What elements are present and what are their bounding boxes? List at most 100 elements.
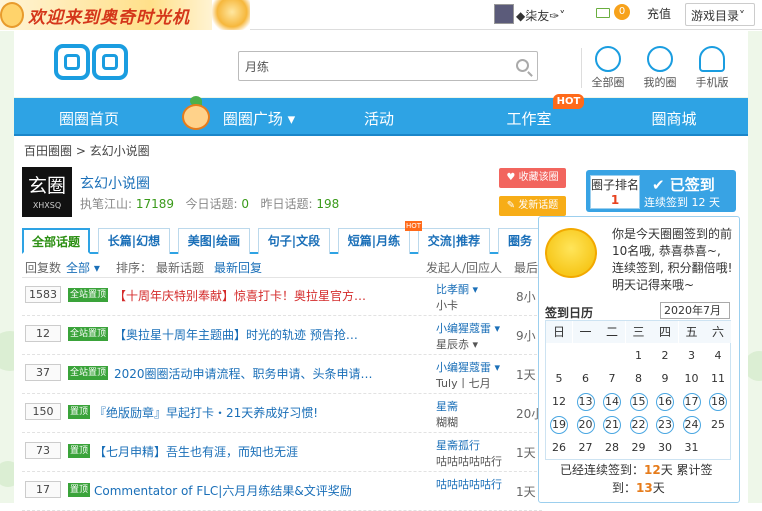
replier-link[interactable]: 小卡 bbox=[436, 297, 458, 313]
search-box[interactable]: 月练 bbox=[238, 51, 538, 81]
sort-label: 排序： bbox=[116, 261, 153, 275]
topic-title-link[interactable]: 2020圈圈活动申请流程、职务申请、头条申请… bbox=[114, 365, 402, 382]
calendar-day-signed: 19 bbox=[546, 413, 572, 436]
header-divider bbox=[581, 48, 582, 88]
circle-logo: 玄圈 XHXSQ bbox=[22, 167, 72, 217]
topic-title-link[interactable]: 【十周年庆特别奉献】惊喜打卡！奥拉星官方… bbox=[114, 287, 402, 304]
topic-title-link[interactable]: 【七月申精】吾生也有涯，而知也无涯 bbox=[94, 443, 402, 460]
tab-all[interactable]: 全部话题 bbox=[22, 228, 90, 254]
calendar-day: 8 bbox=[635, 372, 642, 385]
list-header: 回复数 全部 ▾ 排序： 最新话题 最新回复 发起人/回应人 最后 bbox=[22, 256, 542, 278]
reply-count: 17 bbox=[25, 481, 61, 498]
new-topic-button[interactable]: ✎ 发新话题 bbox=[499, 196, 566, 216]
nav-shop[interactable]: 圈商城 bbox=[634, 108, 714, 129]
nav-home[interactable]: 圈圈首页 bbox=[44, 108, 134, 129]
calendar-title: 签到日历 bbox=[545, 306, 594, 320]
signin-panel[interactable]: 圈子排名 1 ✔ 已签到 连续签到 12 天 bbox=[586, 170, 736, 212]
all-circles-link[interactable]: 全部圈 bbox=[586, 46, 630, 90]
tab-affairs[interactable]: 圈务 bbox=[498, 228, 542, 254]
topic-title-link[interactable]: Commentator of FLC|六月月练结果&文评奖励 bbox=[94, 482, 402, 499]
sort-latest-reply[interactable]: 最新回复 bbox=[214, 259, 262, 276]
nav-activity[interactable]: 活动 bbox=[344, 108, 414, 129]
replier-link[interactable]: 糊糊 bbox=[436, 414, 458, 430]
table-row[interactable]: 17 置顶 Commentator of FLC|六月月练结果&文评奖励 咕咕咕咕咕行… bbox=[22, 472, 542, 511]
calendar-day: 2 bbox=[661, 349, 669, 362]
quanquan-logo[interactable] bbox=[54, 44, 128, 86]
table-row[interactable]: 150 置顶 『绝版励章』早起打卡・21天养成好习惯! 星斋 糊糊 20小 bbox=[22, 394, 543, 433]
welcome-banner[interactable]: 欢迎来到奥奇时光机 bbox=[0, 0, 250, 30]
pinned-tag: 置顶 bbox=[68, 405, 91, 419]
topic-title-link[interactable]: 『绝版励章』早起打卡・21天养成好习惯! bbox=[94, 404, 402, 421]
my-circles-label: 我的圈 bbox=[643, 76, 677, 89]
streak-text: 连续签到 12 天 bbox=[644, 196, 720, 209]
calendar-day: 4 bbox=[714, 349, 722, 362]
sort-latest-topic[interactable]: 最新话题 bbox=[156, 259, 204, 276]
circle-name[interactable]: 玄幻小说圈 bbox=[80, 173, 150, 193]
filter-all-dropdown[interactable]: 全部 ▾ bbox=[66, 259, 100, 276]
author-link[interactable]: 比孝酮 ▾ bbox=[436, 281, 478, 297]
mail-icon[interactable] bbox=[596, 8, 610, 18]
replier-link[interactable]: 咕咕咕咕咕行 bbox=[436, 453, 502, 469]
weekday-label: 一 bbox=[572, 321, 599, 343]
all-circles-label: 全部圈 bbox=[591, 76, 625, 89]
author-link[interactable]: 小编猩蔻雷 ▾ bbox=[436, 320, 500, 336]
calendar-day: 12 bbox=[552, 395, 566, 408]
pinned-tag: 置顶 bbox=[68, 444, 91, 458]
author-link[interactable]: 星斋孤行 bbox=[436, 437, 480, 453]
user-name-link[interactable]: ◆柒友✑˅ bbox=[516, 7, 565, 24]
calendar-day-signed: 17 bbox=[679, 390, 705, 413]
game-directory-dropdown[interactable]: 游戏目录˅ bbox=[685, 3, 755, 26]
pinned-tag: 全站置顶 bbox=[68, 288, 109, 302]
tab-sentences[interactable]: 句子|文段 bbox=[258, 228, 330, 254]
calendar-day-signed: 22 bbox=[626, 413, 652, 436]
calendar-day-signed: 14 bbox=[599, 390, 625, 413]
tab-long-fantasy[interactable]: 长篇|幻想 bbox=[98, 228, 170, 254]
table-row[interactable]: 73 置顶 【七月申精】吾生也有涯，而知也无涯 星斋孤行 咕咕咕咕咕行 1天 bbox=[22, 433, 542, 472]
calendar-day: 3 bbox=[688, 349, 695, 362]
mobile-link[interactable]: 手机版 bbox=[690, 46, 734, 90]
tab-hot-badge: HOT bbox=[405, 221, 422, 231]
calendar-day-signed: 21 bbox=[599, 413, 625, 436]
month-select[interactable]: 2020年7月 ▾ bbox=[660, 302, 730, 332]
last-time: 8小 bbox=[516, 290, 536, 304]
table-row[interactable]: 12 全站置顶 【奥拉星十周年主题曲】时光的轨迹 预告抢… 小编猩蔻雷 ▾ 星辰赤 ▾ 9… bbox=[22, 316, 542, 355]
main-nav: 圈圈首页 圈圈广场 ▾ 活动 工作室 圈商城 bbox=[14, 98, 748, 136]
author-link[interactable]: 星斋 bbox=[436, 398, 458, 414]
user-avatar[interactable] bbox=[494, 4, 514, 24]
calendar-day: 11 bbox=[711, 372, 725, 385]
tab-short-monthly[interactable]: 短篇|月练 bbox=[338, 228, 410, 254]
calendar-day: 29 bbox=[631, 441, 646, 454]
replier-link[interactable]: Tuly丨七月 bbox=[436, 375, 491, 391]
search-icon[interactable] bbox=[516, 59, 529, 72]
mascot-icon bbox=[178, 96, 214, 134]
author-link[interactable]: 小编猩蔻雷 ▾ bbox=[436, 359, 500, 375]
replier-link[interactable]: 星辰赤 ▾ bbox=[436, 336, 478, 352]
col-poster: 发起人/回应人 bbox=[426, 261, 503, 275]
recharge-link[interactable]: 充值 bbox=[647, 5, 671, 22]
mail-count-badge: 0 bbox=[614, 4, 630, 20]
circle-logo-text: 玄圈 bbox=[27, 175, 66, 197]
tab-art[interactable]: 美图|绘画 bbox=[178, 228, 250, 254]
user-icon bbox=[647, 46, 673, 72]
favorite-circle-button[interactable]: ♥ 收藏该圈 bbox=[499, 168, 566, 188]
signed-in-label: ✔ 已签到 bbox=[652, 176, 715, 194]
total-summary: 到：13天 bbox=[612, 481, 665, 495]
table-row[interactable]: 1583 全站置顶 【十周年庆特别奉献】惊喜打卡！奥拉星官方… 比孝酮 ▾ 小卡 8小 bbox=[22, 277, 542, 316]
tab-discussion[interactable]: 交流|推荐 bbox=[418, 228, 490, 254]
topic-title-link[interactable]: 【奥拉星十周年主题曲】时光的轨迹 预告抢… bbox=[114, 326, 402, 343]
calendar-day: 28 bbox=[605, 441, 619, 454]
smiley-icon bbox=[545, 228, 597, 278]
table-row[interactable]: 37 全站置顶 2020圈圈活动申请流程、职务申请、头条申请… 小编猩蔻雷 ▾ Tuly… bbox=[22, 355, 542, 394]
logo-glyph-icon bbox=[54, 44, 90, 80]
calendar-day-signed: 23 bbox=[652, 413, 678, 436]
hero-character-icon bbox=[212, 0, 250, 30]
my-circles-link[interactable]: 我的圈 bbox=[638, 46, 682, 90]
nav-studio[interactable]: 工作室 bbox=[494, 108, 564, 129]
nav-square[interactable]: 圈圈广场 ▾ bbox=[214, 108, 304, 129]
breadcrumb[interactable]: 百田圈圈 > 玄幻小说圈 bbox=[24, 142, 150, 159]
author-link[interactable]: 咕咕咕咕咕行 bbox=[436, 476, 502, 492]
logo-glyph-icon bbox=[92, 44, 128, 80]
search-input[interactable]: 月练 bbox=[245, 58, 495, 75]
calendar-day-signed: 24 bbox=[679, 413, 705, 436]
calendar-day: 1 bbox=[635, 349, 642, 362]
